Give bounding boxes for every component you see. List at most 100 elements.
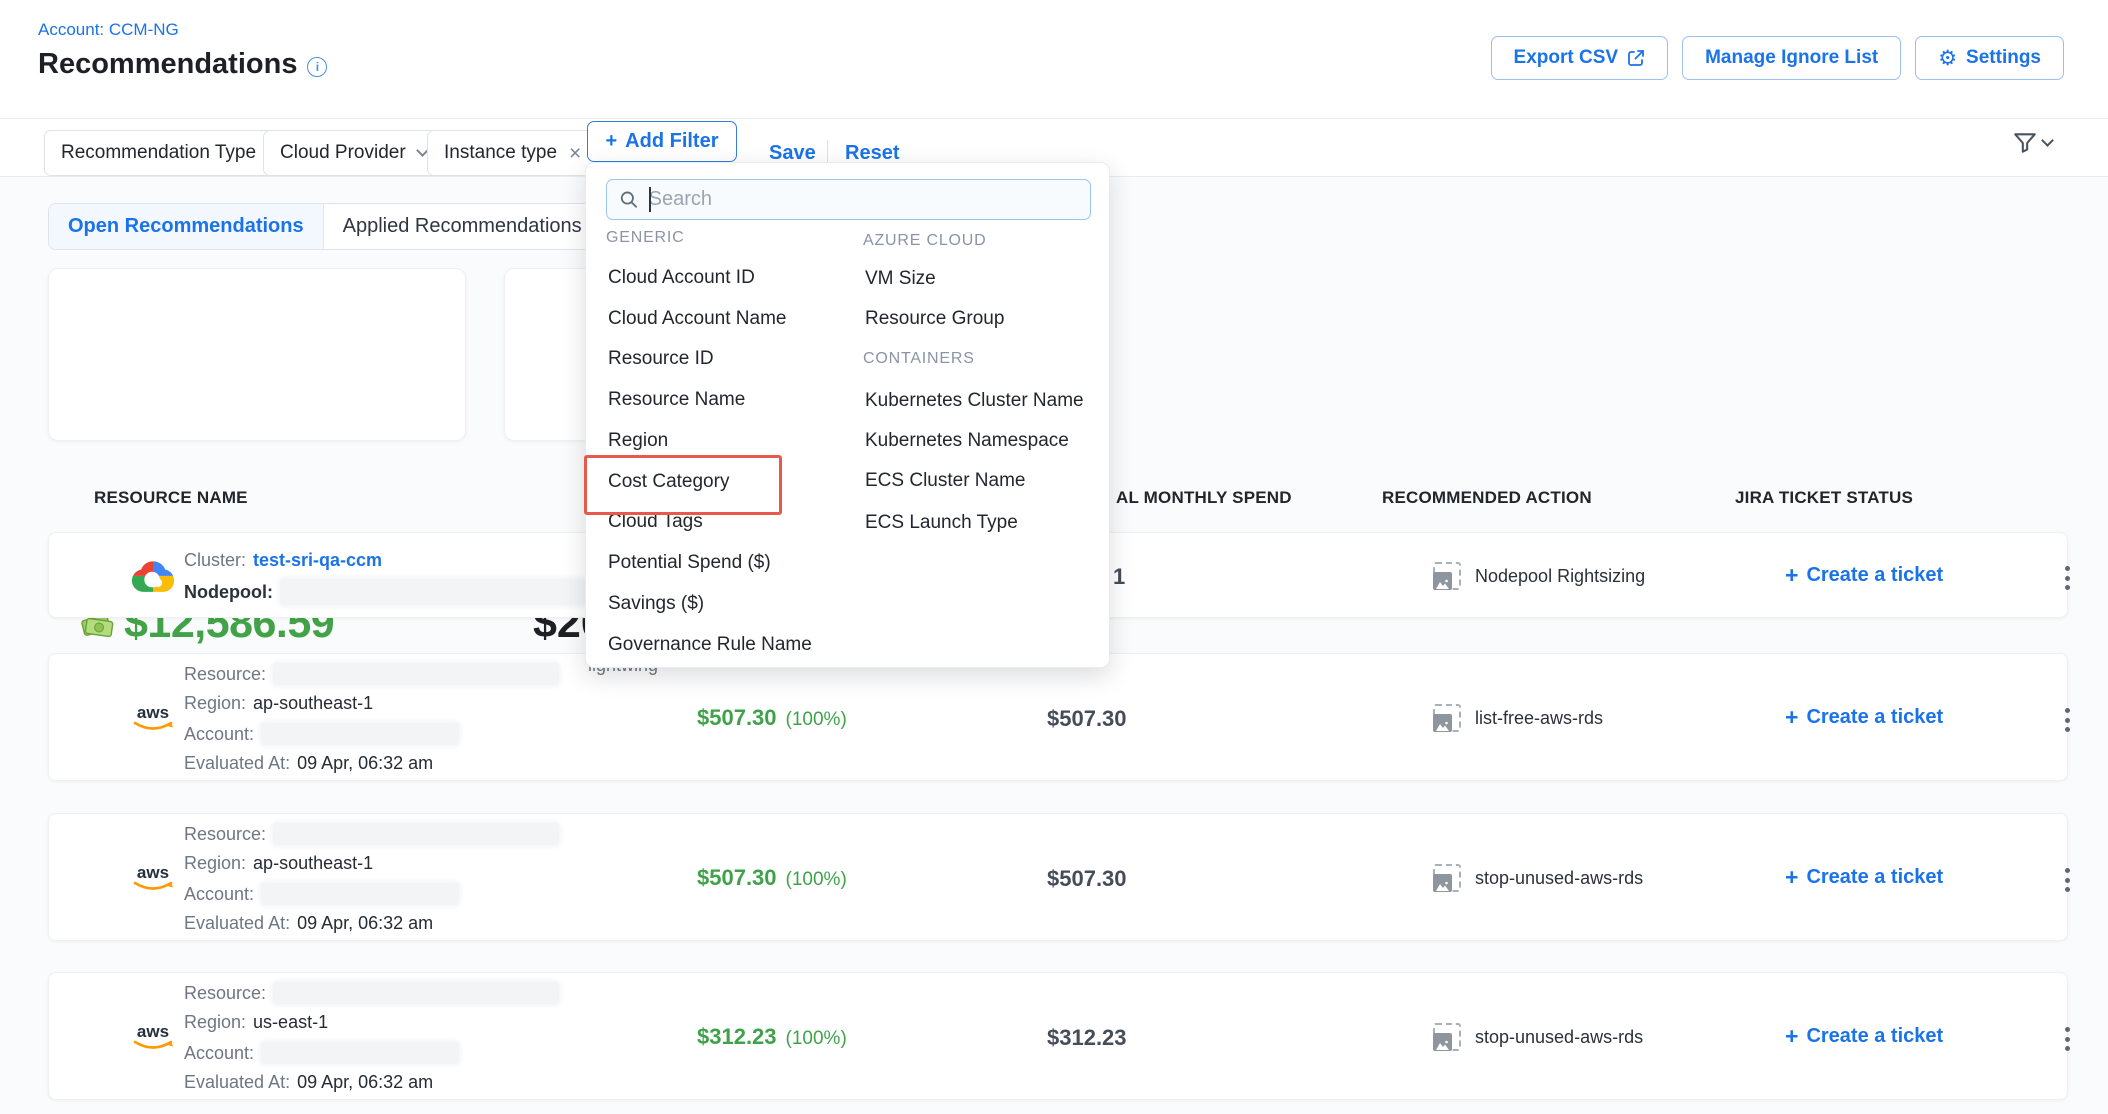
tab-applied-recommendations[interactable]: Applied Recommendations [323, 204, 601, 249]
aws-logo-icon: aws [129, 700, 177, 736]
menu-item-vm-size[interactable]: VM Size [865, 268, 936, 290]
svg-text:aws: aws [137, 1022, 169, 1041]
menu-item-kubernetes-cluster-name[interactable]: Kubernetes Cluster Name [865, 390, 1084, 412]
aws-logo-icon: aws [129, 860, 177, 896]
table-row[interactable]: aws Resource: Region: ap-southeast-1 Acc… [48, 813, 2068, 941]
image-placeholder-icon [1433, 562, 1461, 590]
manage-ignore-list-button[interactable]: Manage Ignore List [1682, 36, 1901, 80]
create-ticket-link[interactable]: + Create a ticket [1785, 704, 1943, 731]
monthly-savings-value: $507.30 [697, 705, 777, 731]
col-header-monthly-spend-fragment: AL MONTHLY SPEND [1116, 488, 1292, 508]
svg-text:aws: aws [137, 703, 169, 722]
kebab-menu-icon[interactable] [2059, 702, 2076, 738]
redacted-value [273, 663, 559, 685]
potential-monthly-savings-card: Potential Monthly Savings ? $12,586.59 f… [48, 268, 466, 441]
region-value: ap-southeast-1 [253, 693, 373, 714]
search-icon [619, 189, 639, 210]
menu-item-cloud-account-id[interactable]: Cloud Account ID [608, 267, 755, 289]
evaluated-at-value: 09 Apr, 06:32 am [297, 753, 433, 774]
menu-item-resource-id[interactable]: Resource ID [608, 348, 714, 370]
filter-chip-cloud-provider[interactable]: Cloud Provider [263, 130, 444, 176]
menu-item-savings[interactable]: Savings ($) [608, 593, 704, 615]
recommended-action-label: stop-unused-aws-rds [1475, 868, 1643, 889]
section-header-containers: CONTAINERS [863, 350, 975, 368]
create-ticket-label: Create a ticket [1806, 706, 1943, 729]
chip-label: Instance type [444, 142, 557, 164]
filter-chip-instance-type[interactable]: Instance type × [427, 130, 598, 176]
region-label: Region: [184, 693, 246, 714]
gcp-logo-icon [131, 556, 175, 594]
kebab-menu-icon[interactable] [2059, 560, 2076, 596]
svg-text:aws: aws [137, 863, 169, 882]
create-ticket-link[interactable]: + Create a ticket [1785, 562, 1943, 589]
header-divider [0, 118, 2108, 119]
create-ticket-link[interactable]: + Create a ticket [1785, 1023, 1943, 1050]
filter-chip-recommendation-type[interactable]: Recommendation Type [44, 130, 294, 176]
add-filter-label: Add Filter [625, 130, 718, 153]
menu-item-potential-spend[interactable]: Potential Spend ($) [608, 552, 771, 574]
add-filter-button[interactable]: + Add Filter [587, 121, 737, 162]
menu-item-region[interactable]: Region [608, 430, 668, 452]
kebab-menu-icon[interactable] [2059, 862, 2076, 898]
info-icon[interactable]: i [307, 57, 327, 77]
spend-value-fragment: 1 [1113, 564, 1125, 590]
add-filter-dropdown: GENERIC Cloud Account ID Cloud Account N… [585, 162, 1110, 668]
create-ticket-label: Create a ticket [1806, 866, 1943, 889]
tab-open-recommendations[interactable]: Open Recommendations [49, 204, 323, 249]
section-header-generic: GENERIC [606, 229, 685, 247]
chip-label: Cloud Provider [280, 142, 406, 164]
header-actions: Export CSV Manage Ignore List ⚙ Settings [1491, 36, 2064, 80]
filter-funnel-icon [2012, 130, 2038, 156]
evaluated-at-label: Evaluated At: [184, 1072, 290, 1093]
image-placeholder-icon [1433, 1023, 1461, 1051]
menu-item-ecs-launch-type[interactable]: ECS Launch Type [865, 512, 1018, 534]
section-header-azure-cloud: AZURE CLOUD [863, 232, 986, 250]
resource-label: Resource: [184, 824, 266, 845]
plus-icon: + [605, 130, 617, 153]
menu-item-ecs-cluster-name[interactable]: ECS Cluster Name [865, 470, 1026, 492]
menu-item-resource-name[interactable]: Resource Name [608, 389, 745, 411]
plus-icon: + [1785, 1023, 1798, 1050]
search-input[interactable] [649, 188, 1078, 211]
account-label: Account: [184, 1043, 254, 1064]
search-field[interactable] [606, 179, 1091, 220]
chip-label: Recommendation Type [61, 142, 256, 164]
cluster-name-link[interactable]: test-sri-qa-ccm [253, 550, 382, 571]
image-placeholder-icon [1433, 704, 1461, 732]
monthly-savings-pct: (100%) [786, 709, 847, 731]
region-value: ap-southeast-1 [253, 853, 373, 874]
recommended-action-label: Nodepool Rightsizing [1475, 566, 1645, 587]
kebab-menu-icon[interactable] [2059, 1021, 2076, 1057]
cluster-label: Cluster: [184, 550, 246, 571]
recommended-action-label: stop-unused-aws-rds [1475, 1027, 1643, 1048]
filter-panel-toggle[interactable] [2012, 130, 2052, 156]
page-title: Recommendations [38, 48, 297, 81]
redacted-value [261, 883, 459, 905]
evaluated-at-label: Evaluated At: [184, 753, 290, 774]
account-label: Account: [184, 724, 254, 745]
menu-item-cloud-account-name[interactable]: Cloud Account Name [608, 308, 787, 330]
menu-item-resource-group[interactable]: Resource Group [865, 308, 1004, 330]
monthly-savings-value: $507.30 [697, 865, 777, 891]
recommendations-page: Account: CCM-NG Recommendations i Export… [0, 0, 2108, 1114]
monthly-savings-value: $312.23 [697, 1024, 777, 1050]
redacted-value [273, 982, 559, 1004]
plus-icon: + [1785, 562, 1798, 589]
page-title-row: Recommendations i [38, 48, 327, 81]
settings-button[interactable]: ⚙ Settings [1915, 36, 2064, 80]
menu-item-governance-rule-name[interactable]: Governance Rule Name [608, 634, 812, 656]
table-row[interactable]: aws Resource: Region: us-east-1 Account:… [48, 972, 2068, 1100]
table-row[interactable]: aws Resource: Region: ap-southeast-1 Acc… [48, 653, 2068, 781]
export-csv-label: Export CSV [1514, 47, 1619, 69]
monthly-spend-value: $507.30 [1047, 706, 1127, 732]
create-ticket-link[interactable]: + Create a ticket [1785, 864, 1943, 891]
plus-icon: + [1785, 704, 1798, 731]
close-icon[interactable]: × [569, 143, 581, 164]
menu-item-kubernetes-namespace[interactable]: Kubernetes Namespace [865, 430, 1069, 452]
account-breadcrumb[interactable]: Account: CCM-NG [38, 20, 179, 40]
chevron-down-icon [2041, 134, 2054, 147]
create-ticket-label: Create a ticket [1806, 1025, 1943, 1048]
create-ticket-label: Create a ticket [1806, 564, 1943, 587]
monthly-spend-value: $312.23 [1047, 1025, 1127, 1051]
export-csv-button[interactable]: Export CSV [1491, 36, 1669, 80]
